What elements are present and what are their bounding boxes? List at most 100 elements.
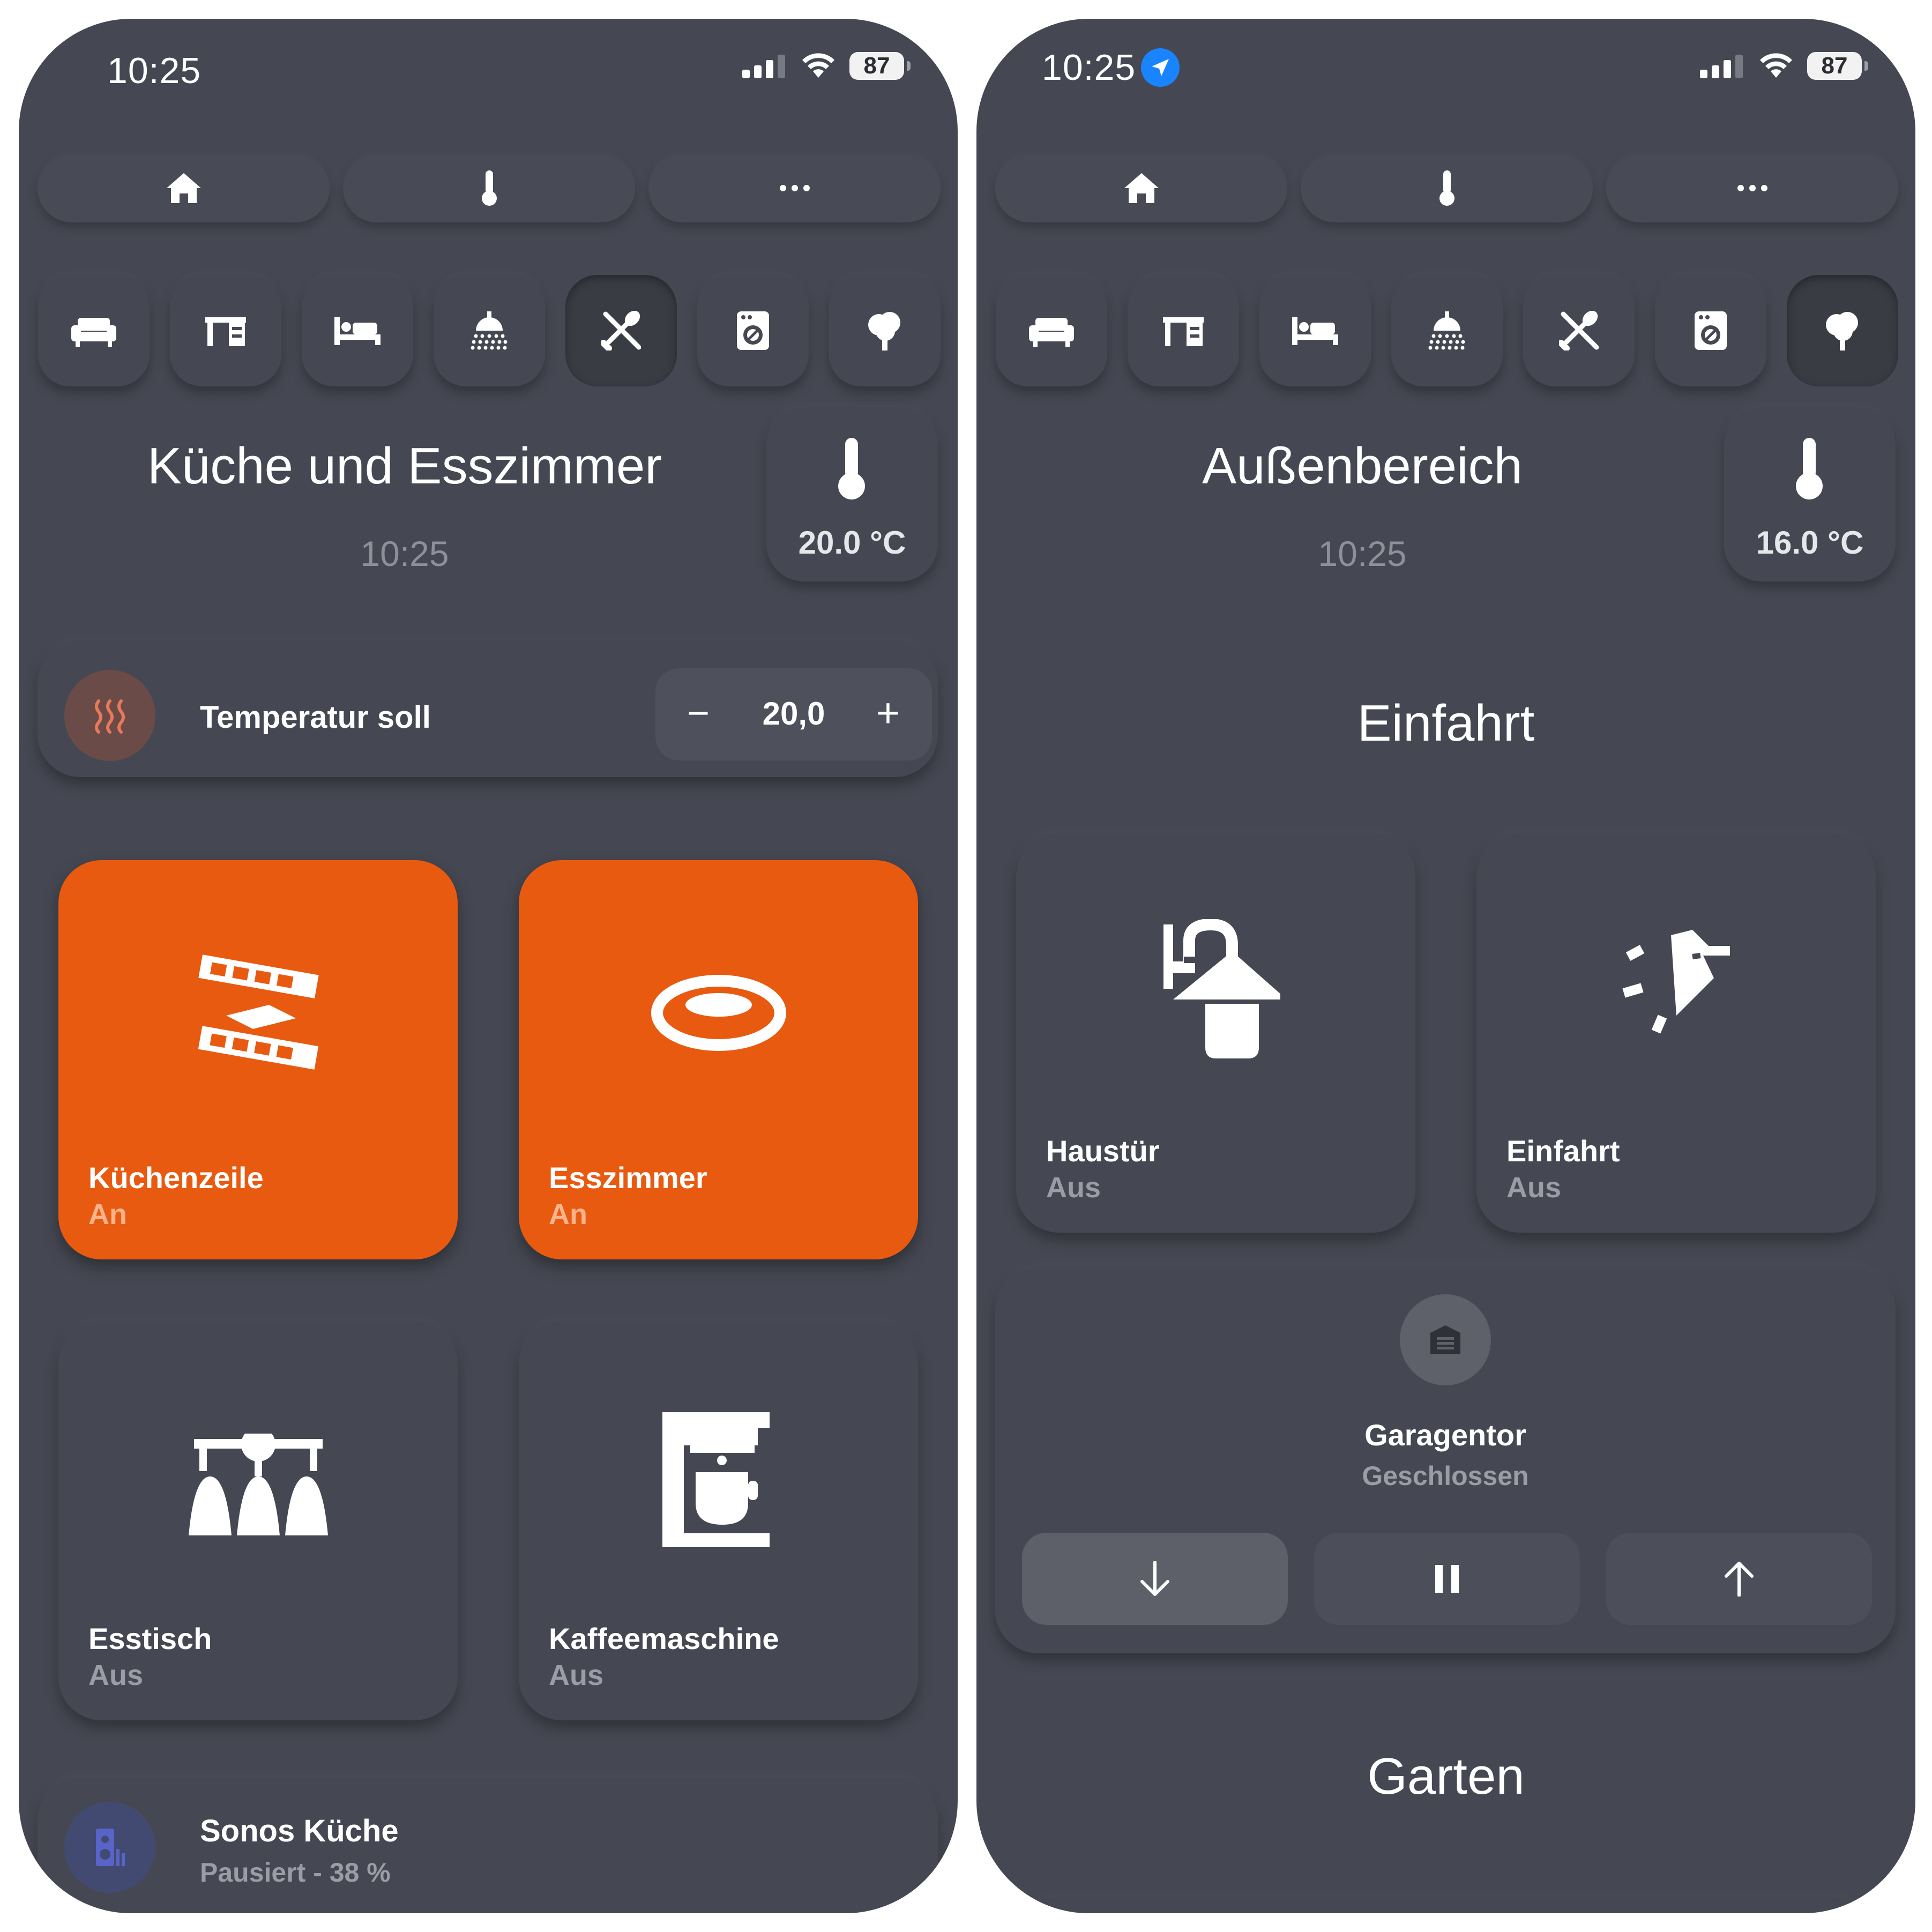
garage-stop-button[interactable] [1314, 1533, 1580, 1625]
section-title-garten: Garten [1367, 1748, 1525, 1805]
garage-icon[interactable] [1400, 1294, 1491, 1385]
garage-state: Geschlossen [1362, 1461, 1529, 1491]
room-living[interactable] [996, 275, 1107, 386]
bed-icon [1292, 317, 1338, 345]
home-icon [1124, 173, 1159, 203]
more-icon [1737, 185, 1767, 191]
room-bathroom[interactable] [434, 275, 545, 386]
room-bedroom[interactable] [1259, 275, 1371, 386]
light-name: Einfahrt [1506, 1134, 1620, 1168]
room-bedroom[interactable] [302, 275, 413, 386]
washer-icon [1695, 311, 1727, 350]
media-card[interactable]: Sonos Küche Pausiert - 38 % [38, 1778, 938, 1913]
home-icon [166, 173, 201, 203]
room-garden[interactable] [829, 275, 941, 386]
increase-button[interactable]: + [867, 692, 909, 735]
arrow-down-icon [1140, 1561, 1169, 1596]
media-state: Pausiert - 38 % [200, 1858, 391, 1888]
tab-climate[interactable] [343, 154, 635, 222]
room-garden[interactable] [1787, 275, 1898, 386]
status-icons: 87 [742, 52, 911, 80]
tab-home[interactable] [995, 154, 1287, 222]
bed-icon [334, 317, 381, 345]
status-time: 10:25 [1042, 47, 1136, 88]
light-name: Kaffeemaschine [549, 1622, 779, 1655]
room-office[interactable] [170, 275, 281, 386]
light-card-esstisch[interactable]: Esstisch Aus [58, 1321, 458, 1720]
battery-indicator: 87 [849, 52, 911, 80]
room-time: 10:25 [360, 534, 449, 573]
thermometer-icon [1796, 438, 1823, 499]
room-laundry[interactable] [1655, 275, 1766, 386]
sofa-icon [71, 318, 116, 347]
tab-more[interactable] [648, 154, 941, 222]
signal-icon [742, 55, 785, 78]
tab-climate[interactable] [1301, 154, 1593, 222]
light-name: Esszimmer [549, 1161, 707, 1195]
light-state: Aus [1046, 1172, 1101, 1204]
phone-screen-left: 10:25 87 Küche und Esszimmer 10:25 20.0 … [19, 19, 958, 1913]
section-title-einfahrt: Einfahrt [1357, 695, 1535, 752]
light-card-esszimmer[interactable]: Esszimmer An [519, 860, 918, 1259]
location-arrow-icon [1141, 48, 1180, 87]
room-title: Außenbereich [1202, 437, 1523, 495]
light-state: An [549, 1198, 587, 1230]
shower-icon [1428, 311, 1465, 350]
light-state: An [88, 1198, 127, 1230]
washer-icon [737, 311, 769, 350]
desk-icon [205, 317, 246, 346]
thermometer-icon [481, 170, 497, 206]
media-name: Sonos Küche [200, 1814, 399, 1848]
room-title: Küche und Esszimmer [147, 437, 662, 495]
thermostat-stepper: − 20,0 + [655, 668, 932, 760]
wall-lantern-icon [1016, 919, 1415, 1058]
room-bathroom[interactable] [1391, 275, 1503, 386]
light-card-kuechenzeile[interactable]: Küchenzeile An [58, 860, 458, 1259]
light-name: Esstisch [88, 1622, 212, 1655]
room-laundry[interactable] [697, 275, 809, 386]
light-name: Küchenzeile [88, 1161, 264, 1195]
decrease-button[interactable]: − [677, 692, 720, 735]
wifi-icon [1760, 53, 1792, 78]
thermostat-label: Temperatur soll [200, 700, 431, 735]
room-temperature-card[interactable]: 20.0 °C [766, 407, 938, 581]
room-temperature-value: 20.0 °C [798, 525, 906, 561]
thermostat-value: 20,0 [762, 696, 825, 732]
room-kitchen[interactable] [1523, 275, 1635, 386]
desk-icon [1163, 317, 1204, 346]
thermometer-icon [1439, 170, 1454, 206]
garage-name: Garagentor [1364, 1418, 1526, 1452]
room-temperature-card[interactable]: 16.0 °C [1724, 407, 1896, 581]
garden-card-partial[interactable] [1016, 1897, 1876, 1913]
light-card-einfahrt[interactable]: Einfahrt Aus [1476, 833, 1876, 1233]
thermostat-card: Temperatur soll − 20,0 + [38, 640, 938, 777]
room-office[interactable] [1128, 275, 1239, 386]
ceiling-ring-light-icon [519, 973, 918, 1053]
shower-icon [471, 311, 508, 350]
light-card-haustuer[interactable]: Haustür Aus [1016, 833, 1415, 1233]
status-time: 10:25 [107, 50, 202, 91]
light-state: Aus [1506, 1172, 1562, 1204]
garage-close-button[interactable] [1022, 1533, 1288, 1625]
garage-open-button[interactable] [1606, 1533, 1872, 1625]
tab-more[interactable] [1606, 154, 1898, 222]
pause-icon [1435, 1565, 1459, 1593]
kitchen-counter-light-icon [58, 951, 458, 1080]
tree-icon [1826, 312, 1858, 350]
signal-icon [1700, 55, 1743, 78]
status-icons: 87 [1700, 52, 1868, 80]
sofa-icon [1029, 318, 1074, 347]
room-living[interactable] [38, 275, 150, 386]
more-icon [779, 185, 810, 191]
room-time: 10:25 [1318, 534, 1407, 573]
room-temperature-value: 16.0 °C [1756, 525, 1864, 561]
light-card-kaffeemaschine[interactable]: Kaffeemaschine Aus [519, 1321, 918, 1720]
tab-home[interactable] [38, 154, 330, 222]
room-kitchen[interactable] [565, 275, 677, 386]
arrow-up-icon [1725, 1562, 1754, 1597]
battery-indicator: 87 [1807, 52, 1868, 80]
light-state: Aus [549, 1659, 604, 1691]
tree-icon [868, 312, 900, 350]
cutlery-icon [601, 311, 641, 350]
cutlery-icon [1559, 311, 1599, 350]
